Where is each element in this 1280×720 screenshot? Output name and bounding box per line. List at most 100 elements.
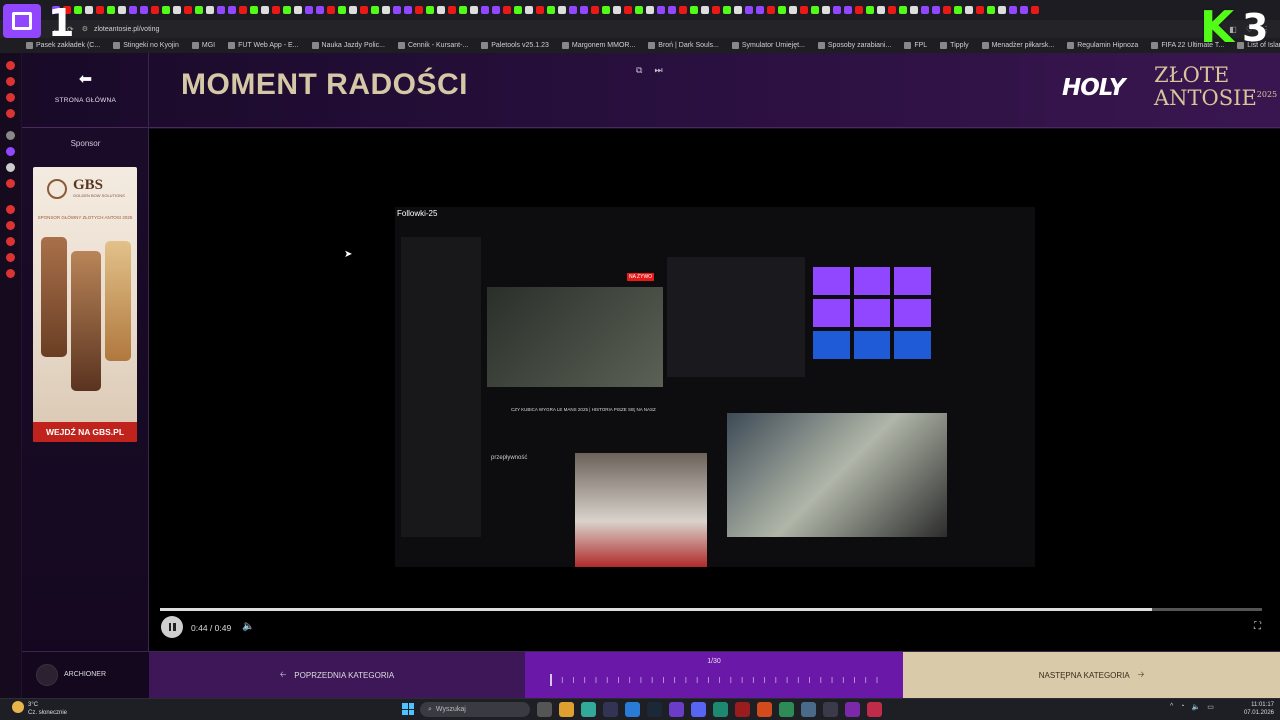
browser-tab[interactable] (459, 6, 467, 14)
browser-tab[interactable] (613, 6, 621, 14)
browser-tab[interactable] (283, 6, 291, 14)
browser-tab[interactable] (602, 6, 610, 14)
browser-tab[interactable] (195, 6, 203, 14)
browser-tab[interactable] (272, 6, 280, 14)
browser-tab[interactable] (888, 6, 896, 14)
taskbar-app-icon[interactable] (779, 702, 794, 717)
fullscreen-icon[interactable]: ⛶ (1254, 621, 1261, 632)
browser-tab[interactable] (426, 6, 434, 14)
taskbar-app-icon[interactable] (647, 702, 662, 717)
browser-tab[interactable] (998, 6, 1006, 14)
sponsor-cta-button[interactable]: WEJDŹ NA GBS.PL (33, 422, 137, 442)
browser-tab[interactable] (679, 6, 687, 14)
bookmark-item[interactable]: Tipply (940, 42, 969, 49)
bookmark-item[interactable]: FUT Web App - E... (228, 42, 299, 49)
battery-icon[interactable]: ▭ (1207, 703, 1214, 711)
browser-tab[interactable] (965, 6, 973, 14)
video-progress-bar[interactable] (160, 608, 1262, 611)
browser-tab[interactable] (822, 6, 830, 14)
pause-button[interactable] (161, 616, 183, 638)
browser-tab[interactable] (316, 6, 324, 14)
taskbar-app-icon[interactable] (581, 702, 596, 717)
browser-tab[interactable] (580, 6, 588, 14)
browser-tab[interactable] (338, 6, 346, 14)
browser-tab[interactable] (690, 6, 698, 14)
browser-tab[interactable] (250, 6, 258, 14)
sidebar-app-icon[interactable] (6, 61, 15, 70)
browser-tab[interactable] (107, 6, 115, 14)
browser-tab[interactable] (1009, 6, 1017, 14)
previous-category-button[interactable]: 🡠 POPRZEDNIA KATEGORIA (149, 652, 525, 699)
taskbar-app-icon[interactable] (691, 702, 706, 717)
browser-tab[interactable] (734, 6, 742, 14)
bookmark-item[interactable]: Stingeki no Kyojin (113, 42, 179, 49)
volume-icon[interactable]: 🔈 (242, 621, 254, 632)
weather-widget[interactable]: 3°C Cz. słonecznie (12, 701, 67, 717)
browser-tab[interactable] (547, 6, 555, 14)
browser-tab[interactable] (74, 6, 82, 14)
bookmark-item[interactable]: Cennik - Kursant-... (397, 42, 468, 49)
browser-tab[interactable] (635, 6, 643, 14)
browser-tab[interactable] (525, 6, 533, 14)
browser-tab[interactable] (481, 6, 489, 14)
bookmark-item[interactable]: FPL (904, 42, 927, 49)
browser-tab[interactable] (503, 6, 511, 14)
sidebar-app-icon[interactable] (6, 93, 15, 102)
sponsor-banner[interactable]: GBS GOLDEN BOW SOLUTIONS SPONSOR GŁÓWNY … (33, 167, 137, 442)
browser-tab[interactable] (624, 6, 632, 14)
bookmark-item[interactable]: Symulator Umiejęt... (731, 42, 805, 49)
browser-tab[interactable] (558, 6, 566, 14)
sidebar-app-icon[interactable] (6, 131, 15, 140)
bookmark-item[interactable]: Margonem MMOR... (561, 42, 635, 49)
sidebar-app-icon[interactable] (6, 221, 15, 230)
browser-tab[interactable] (789, 6, 797, 14)
browser-tab[interactable] (778, 6, 786, 14)
taskbar-app-icon[interactable] (625, 702, 640, 717)
browser-tab[interactable] (360, 6, 368, 14)
sidebar-app-icon[interactable] (6, 179, 15, 188)
browser-tab[interactable] (206, 6, 214, 14)
browser-tab[interactable] (96, 6, 104, 14)
browser-tab[interactable] (536, 6, 544, 14)
browser-tab[interactable] (756, 6, 764, 14)
taskbar-app-icon[interactable] (801, 702, 816, 717)
browser-tab[interactable] (767, 6, 775, 14)
taskbar-app-icon[interactable] (559, 702, 574, 717)
browser-tab[interactable] (492, 6, 500, 14)
bookmark-item[interactable]: Regulamin Hipnoza (1067, 42, 1138, 49)
browser-tab[interactable] (239, 6, 247, 14)
sidebar-app-icon[interactable] (6, 269, 15, 278)
browser-tab[interactable] (349, 6, 357, 14)
browser-tab[interactable] (844, 6, 852, 14)
browser-tab[interactable] (987, 6, 995, 14)
next-category-button[interactable]: NASTĘPNA KATEGORIA 🡢 (903, 652, 1280, 699)
browser-tab[interactable] (833, 6, 841, 14)
browser-tab[interactable] (393, 6, 401, 14)
browser-tab[interactable] (954, 6, 962, 14)
browser-tab[interactable] (701, 6, 709, 14)
browser-tab[interactable] (437, 6, 445, 14)
taskbar-app-icon[interactable] (713, 702, 728, 717)
browser-tab[interactable] (569, 6, 577, 14)
sidebar-app-icon[interactable] (6, 77, 15, 86)
sidebar-app-icon[interactable] (6, 237, 15, 246)
browser-tab[interactable] (866, 6, 874, 14)
bookmark-item[interactable]: Paletools v25.1.23 (481, 42, 549, 49)
archive-button[interactable]: ARCHIONER (36, 662, 146, 687)
browser-tab[interactable] (899, 6, 907, 14)
browser-tab[interactable] (129, 6, 137, 14)
browser-tab[interactable] (591, 6, 599, 14)
system-tray[interactable]: ^ ◔ 🔈 ▭ (1170, 703, 1214, 711)
browser-tab[interactable] (723, 6, 731, 14)
bookmark-item[interactable]: Menadżer piłkarsk... (981, 42, 1054, 49)
home-back-button[interactable]: ⬅ STRONA GŁÓWNA (22, 71, 149, 113)
browser-tab[interactable] (305, 6, 313, 14)
browser-tab[interactable] (448, 6, 456, 14)
network-icon[interactable]: ◔ (1180, 703, 1184, 711)
browser-tab[interactable] (217, 6, 225, 14)
taskbar-app-icon[interactable] (845, 702, 860, 717)
taskbar-app-icon[interactable] (823, 702, 838, 717)
browser-tab-strip[interactable] (0, 0, 1280, 20)
video-player[interactable]: Followki-25 NA ŻYWO CZY KUBICA WYGRA LE … (149, 129, 1280, 651)
picture-in-picture-icon[interactable]: ⧉ (636, 65, 642, 76)
